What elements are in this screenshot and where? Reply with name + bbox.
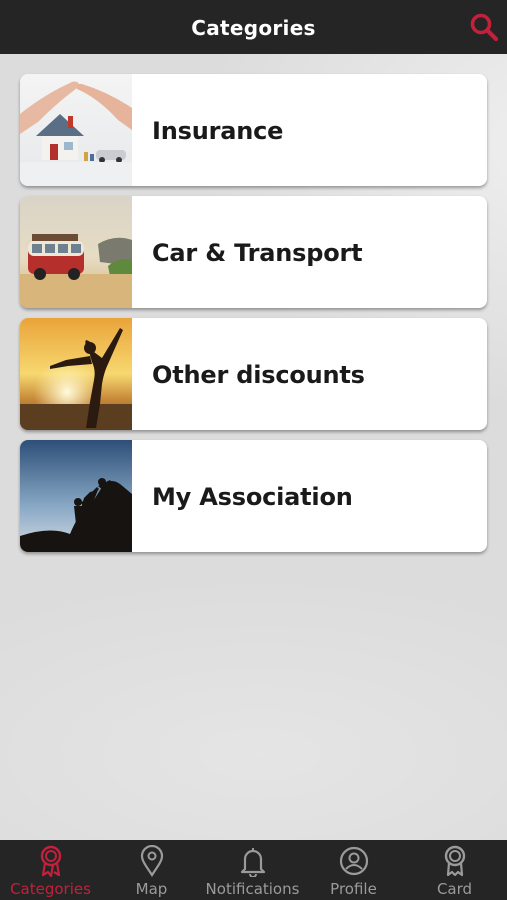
search-icon[interactable] [469, 12, 499, 42]
bottom-tab-bar: Categories Map Notifications Profile Car… [0, 840, 507, 900]
ribbon-badge-icon [40, 845, 61, 877]
tab-notifications[interactable]: Notifications [202, 840, 303, 900]
tab-card[interactable]: Card [404, 840, 505, 900]
user-circle-icon [339, 846, 368, 876]
category-label: Other discounts [152, 361, 365, 389]
tab-label: Map [135, 880, 168, 898]
bell-icon [240, 848, 265, 877]
tab-label: Notifications [205, 880, 300, 898]
map-pin-icon [140, 845, 163, 877]
tab-profile[interactable]: Profile [303, 840, 404, 900]
category-item-car-transport[interactable]: Car & Transport [20, 196, 487, 308]
category-label: Insurance [152, 117, 284, 145]
camper-van-beach-photo [20, 196, 132, 308]
top-app-bar: Categories [0, 0, 507, 54]
climbers-helping-photo [20, 440, 132, 552]
tab-categories[interactable]: Categories [0, 840, 101, 900]
tab-label: Profile [330, 880, 377, 898]
category-item-other-discounts[interactable]: Other discounts [20, 318, 487, 430]
tab-label: Card [436, 880, 473, 898]
page-title: Categories [191, 16, 316, 40]
tab-label: Categories [10, 880, 91, 898]
category-label: Car & Transport [152, 239, 363, 267]
category-item-insurance[interactable]: Insurance [20, 74, 487, 186]
award-card-icon [444, 845, 465, 877]
woman-sunset-beach-photo [20, 318, 132, 430]
category-item-my-association[interactable]: My Association [20, 440, 487, 552]
category-list: Insurance Car & Transport Other discount… [20, 74, 487, 562]
house-in-hands-photo [20, 74, 132, 186]
category-label: My Association [152, 483, 353, 511]
tab-map[interactable]: Map [101, 840, 202, 900]
